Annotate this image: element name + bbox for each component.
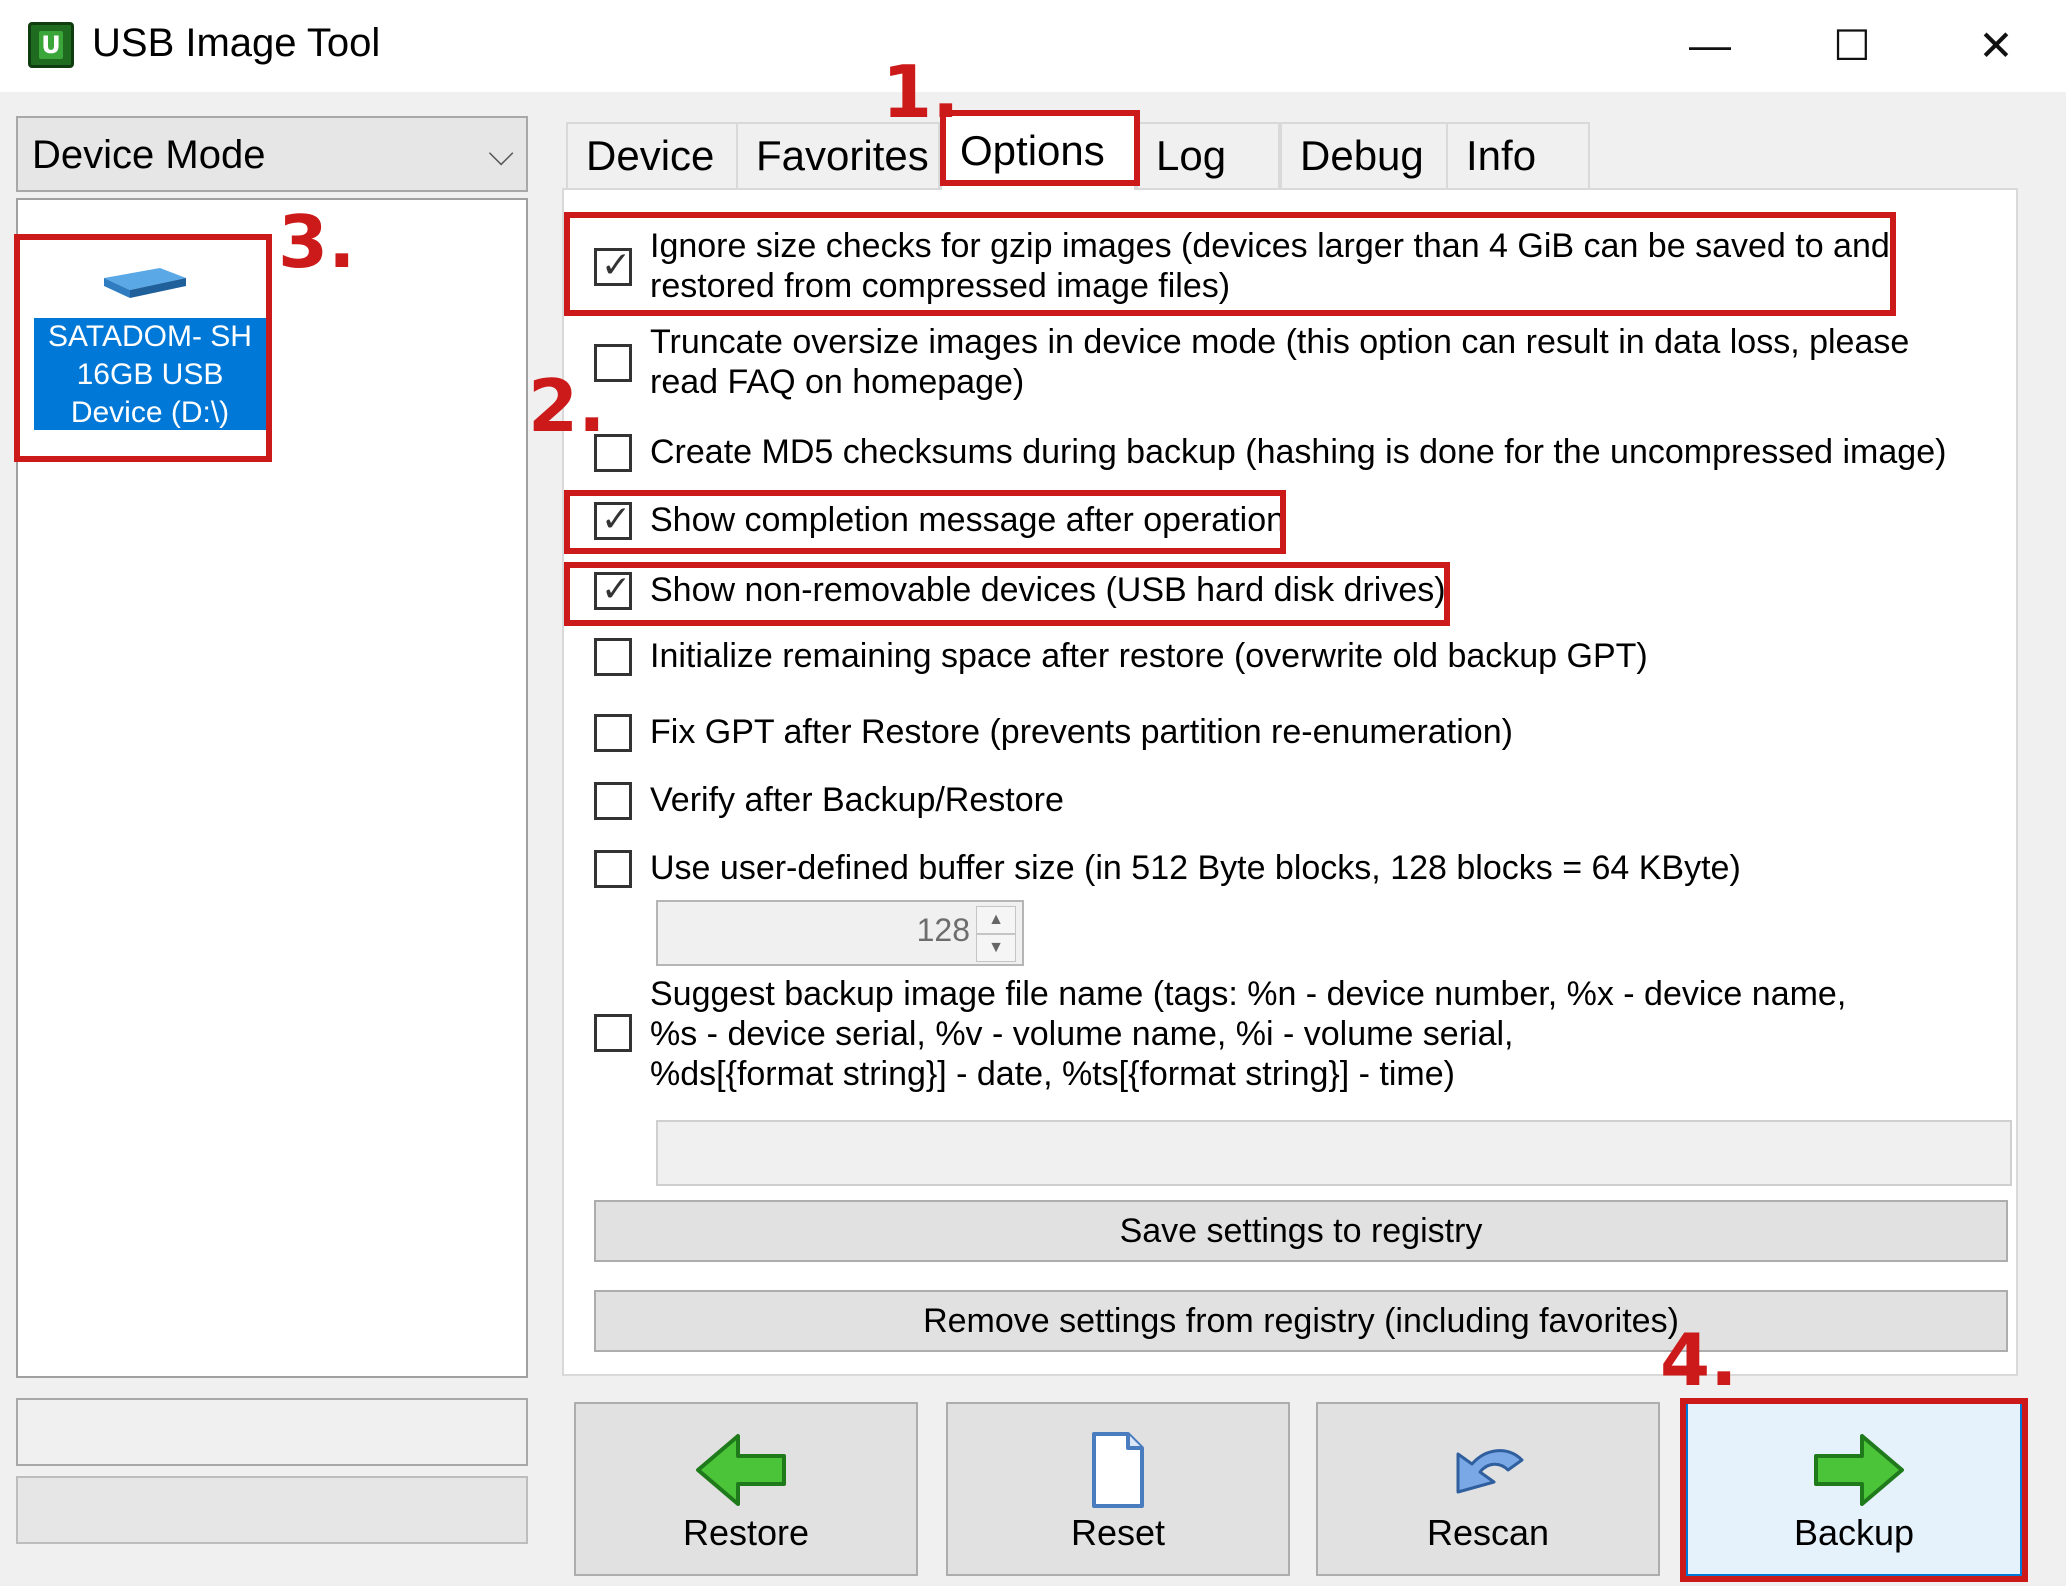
tab-label: Options (960, 127, 1105, 174)
maximize-icon: ☐ (1833, 21, 1871, 69)
tab-log[interactable]: Log (1136, 122, 1280, 188)
option-label: Verify after Backup/Restore (650, 781, 1064, 819)
option-label: Truncate oversize images in device mode … (650, 322, 1909, 402)
checkbox-suggest-filename[interactable] (594, 1014, 632, 1052)
progress-bar (16, 1398, 528, 1466)
buffer-size-stepper[interactable]: 128 ▲ ▼ (656, 900, 1024, 966)
tab-options[interactable]: Options (940, 110, 1136, 190)
device-label: SATADOM- SH 16GB USB Device (D:\) (34, 318, 266, 430)
tab-label: Device (586, 132, 715, 179)
buffer-size-value: 128 (916, 912, 970, 948)
backup-label: Backup (1793, 1512, 1915, 1553)
check-icon: ✓ (601, 498, 632, 539)
filename-pattern-input[interactable] (656, 1120, 2012, 1186)
check-icon: ✓ (601, 244, 632, 285)
tab-info[interactable]: Info (1446, 122, 1590, 188)
window-title: USB Image Tool (92, 21, 381, 65)
minimize-button[interactable]: — (1640, 10, 1780, 80)
arrow-right-icon (1814, 1434, 1904, 1506)
option-label-line: restored from compressed image files) (650, 267, 1231, 305)
checkbox-fix-gpt[interactable] (594, 714, 632, 752)
mode-dropdown[interactable]: Device Mode ⌵ (16, 116, 528, 192)
rescan-arrow-icon (1456, 1449, 1524, 1494)
tab-label: Info (1466, 132, 1537, 179)
option-label-line: read FAQ on homepage) (650, 363, 1025, 401)
close-icon: ✕ (1978, 21, 2014, 69)
option-label: Use user-defined buffer size (in 512 Byt… (650, 849, 1741, 887)
option-label-line: %s - device serial, %v - volume name, %i… (650, 1015, 1514, 1053)
option-label: Ignore size checks for gzip images (devi… (650, 226, 1890, 306)
annotation-2: 2. (528, 364, 606, 448)
option-label-line: %ds[{format string}] - date, %ts[{format… (650, 1055, 1455, 1093)
maximize-button[interactable]: ☐ (1782, 10, 1922, 80)
status-bar (16, 1476, 528, 1544)
option-label-line: Suggest backup image file name (tags: %n… (650, 975, 1847, 1013)
reset-button[interactable]: Reset (946, 1402, 1290, 1576)
tab-debug[interactable]: Debug (1280, 122, 1448, 188)
app-icon-letter: U (39, 31, 63, 59)
checkbox-verify[interactable] (594, 782, 632, 820)
device-label-line3: Device (D:\) (70, 396, 230, 429)
checkbox-show-completion[interactable]: ✓ (594, 498, 632, 540)
options-panel: ✓ Ignore size checks for gzip images (de… (562, 188, 2018, 1376)
annotation-1: 1. (882, 50, 960, 134)
option-label: Create MD5 checksums during backup (hash… (650, 433, 1947, 471)
device-label-line1: SATADOM- SH (48, 320, 252, 353)
option-label: Show completion message after operation (650, 501, 1286, 539)
annotation-3: 3. (278, 200, 356, 284)
mode-dropdown-value: Device Mode (32, 133, 266, 177)
spin-down-icon[interactable]: ▼ (976, 934, 1016, 962)
checkbox-ignore-size-checks[interactable]: ✓ (594, 244, 632, 286)
tab-label: Debug (1300, 132, 1424, 179)
minimize-icon: — (1689, 21, 1731, 68)
option-label-line: Ignore size checks for gzip images (devi… (650, 227, 1890, 265)
title-bar: U USB Image Tool — ☐ ✕ (0, 0, 2066, 92)
usb-drive-icon (104, 268, 186, 298)
tab-label: Log (1156, 132, 1227, 179)
option-label-line: Truncate oversize images in device mode … (650, 323, 1910, 361)
arrow-left-icon (696, 1434, 786, 1506)
close-button[interactable]: ✕ (1926, 10, 2066, 80)
device-label-line2: 16GB USB (76, 358, 224, 391)
restore-label: Restore (682, 1512, 810, 1553)
spin-up-icon[interactable]: ▲ (976, 906, 1016, 934)
app-icon: U (28, 22, 74, 68)
device-list[interactable]: SATADOM- SH 16GB USB Device (D:\) (16, 198, 528, 1378)
annotation-4: 4. (1660, 1318, 1738, 1402)
restore-button[interactable]: Restore (574, 1402, 918, 1576)
device-item[interactable]: SATADOM- SH 16GB USB Device (D:\) (26, 236, 272, 436)
tab-label: Favorites (756, 132, 929, 179)
chevron-down-icon: ⌵ (488, 135, 514, 173)
document-icon (1092, 1432, 1144, 1508)
tab-device[interactable]: Device (566, 122, 738, 188)
option-label: Fix GPT after Restore (prevents partitio… (650, 713, 1513, 751)
checkbox-show-non-removable[interactable]: ✓ (594, 568, 632, 610)
option-label: Show non-removable devices (USB hard dis… (650, 571, 1446, 609)
checkbox-user-buffer[interactable] (594, 850, 632, 888)
option-label: Initialize remaining space after restore… (650, 637, 1648, 675)
save-settings-button[interactable]: Save settings to registry (594, 1200, 2008, 1262)
checkbox-initialize-remaining[interactable] (594, 638, 632, 676)
check-icon: ✓ (601, 568, 632, 609)
backup-button[interactable]: Backup (1686, 1402, 2022, 1576)
remove-settings-button[interactable]: Remove settings from registry (including… (594, 1290, 2008, 1352)
rescan-label: Rescan (1426, 1512, 1550, 1553)
rescan-button[interactable]: Rescan (1316, 1402, 1660, 1576)
reset-label: Reset (1070, 1512, 1166, 1553)
option-label: Suggest backup image file name (tags: %n… (650, 974, 1846, 1094)
